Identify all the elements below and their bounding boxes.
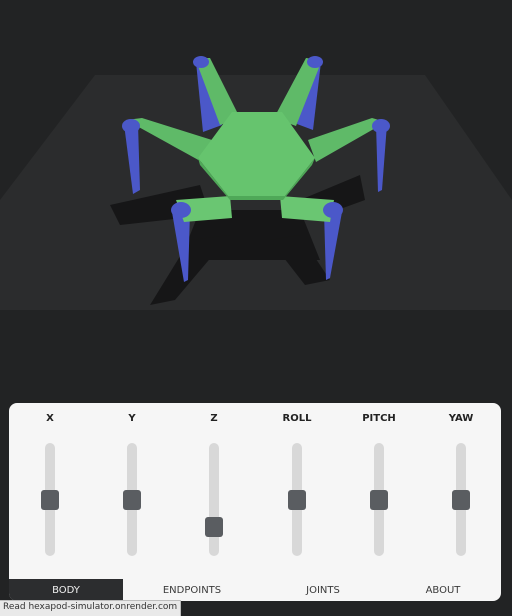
slider-thumb-y[interactable] [123, 489, 141, 510]
slider-thumb-pitch[interactable] [370, 489, 388, 510]
slider-yaw[interactable] [452, 443, 470, 556]
slider-thumb-x[interactable] [41, 489, 59, 510]
control-panel: X Y Z ROLL PITCH YAW BODY ENDPOINTS JOINTS ABOUT [9, 403, 501, 601]
3d-viewport[interactable] [0, 0, 512, 400]
tab-body[interactable]: BODY [9, 579, 123, 601]
slider-thumb-yaw[interactable] [452, 489, 470, 510]
slider-label-z: Z [210, 413, 218, 424]
slider-label-roll: ROLL [282, 413, 312, 424]
slider-label-y: Y [128, 413, 136, 424]
slider-label-pitch: PITCH [362, 413, 396, 424]
slider-z[interactable] [205, 443, 223, 556]
slider-pitch[interactable] [370, 443, 388, 556]
slider-thumb-z[interactable] [205, 517, 223, 538]
tab-joints[interactable]: JOINTS [261, 579, 385, 601]
slider-label-x: X [46, 413, 54, 424]
slider-thumb-roll[interactable] [288, 489, 306, 510]
slider-label-yaw: YAW [448, 413, 474, 424]
tab-about[interactable]: ABOUT [385, 579, 501, 601]
tab-bar: BODY ENDPOINTS JOINTS ABOUT [9, 579, 501, 601]
status-bar: Read hexapod-simulator.onrender.com [0, 600, 182, 616]
slider-y[interactable] [123, 443, 141, 556]
tab-endpoints[interactable]: ENDPOINTS [123, 579, 261, 601]
slider-roll[interactable] [288, 443, 306, 556]
hexapod-scene [0, 56, 512, 310]
slider-x[interactable] [41, 443, 59, 556]
